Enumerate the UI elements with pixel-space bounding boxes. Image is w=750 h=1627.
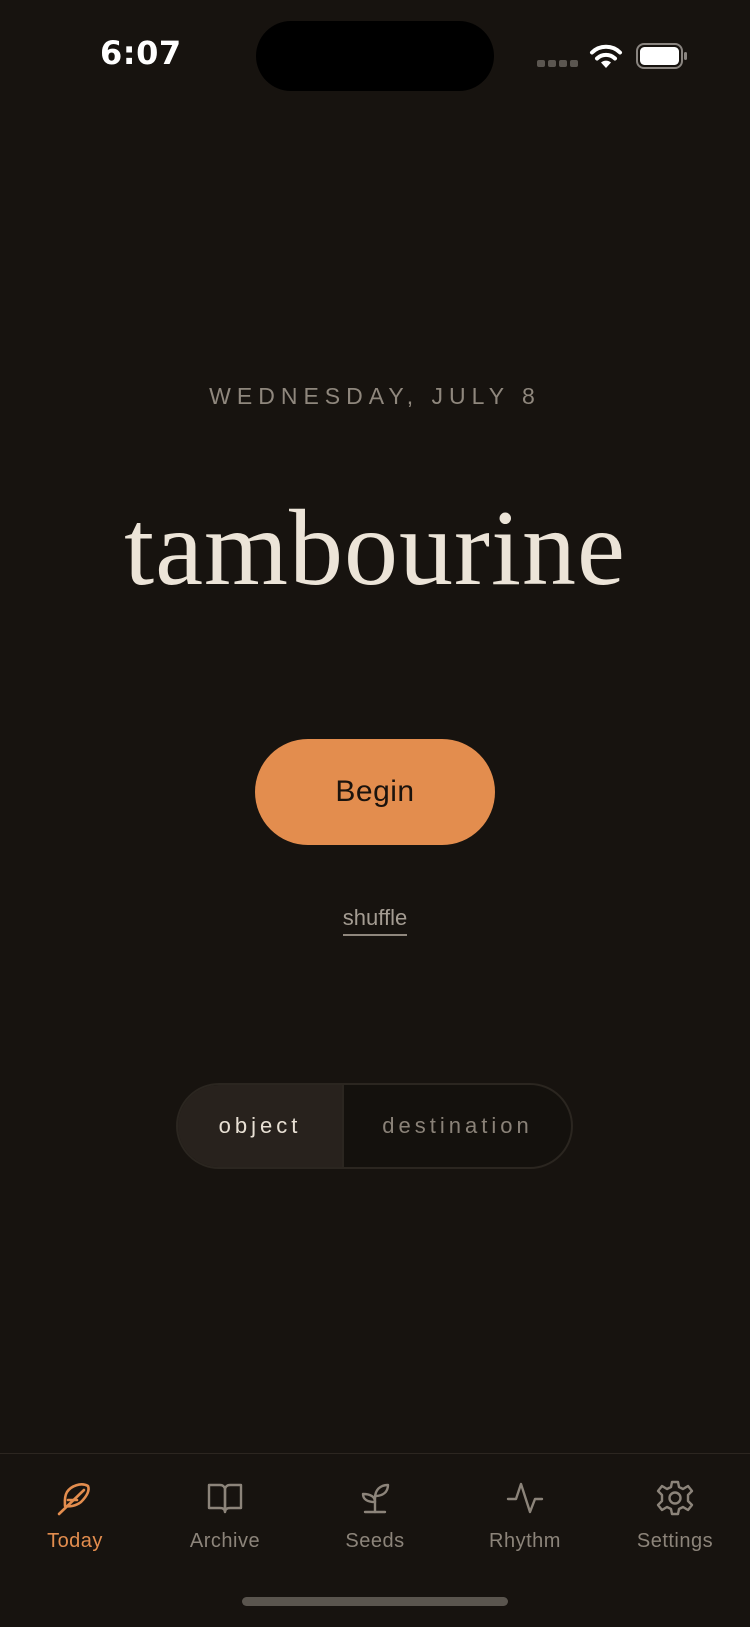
battery-icon [636, 43, 687, 69]
feather-icon [57, 1483, 90, 1516]
tab-rhythm[interactable]: Rhythm [450, 1454, 600, 1564]
tab-settings[interactable]: Settings [600, 1454, 750, 1564]
wifi-icon [590, 44, 622, 68]
tab-seeds-label: Seeds [345, 1530, 405, 1552]
tab-archive-label: Archive [189, 1530, 261, 1552]
sprout-icon [361, 1483, 390, 1514]
mode-toggle: object destination [176, 1083, 573, 1169]
dynamic-island [256, 21, 494, 91]
tab-today[interactable]: Today [0, 1454, 150, 1564]
cellular-signal-icon [537, 60, 578, 68]
mode-option-destination[interactable]: destination [342, 1085, 571, 1167]
mode-option-object[interactable]: object [178, 1085, 342, 1167]
gear-icon [656, 1480, 694, 1516]
daily-word: tambourine [124, 489, 626, 608]
tab-settings-label: Settings [636, 1530, 714, 1552]
home-indicator[interactable] [242, 1597, 508, 1606]
status-time: 6:07 [100, 34, 182, 72]
tab-today-label: Today [47, 1530, 103, 1552]
status-bar: 6:07 [0, 0, 750, 110]
shuffle-row: shuffle [0, 905, 750, 936]
tab-seeds[interactable]: Seeds [300, 1454, 450, 1564]
activity-icon [506, 1482, 544, 1514]
begin-button[interactable]: Begin [255, 739, 495, 845]
tab-archive[interactable]: Archive [150, 1454, 300, 1564]
date-label: WEDNESDAY, JULY 8 [209, 383, 541, 409]
tab-rhythm-label: Rhythm [489, 1530, 561, 1552]
shuffle-link[interactable]: shuffle [342, 905, 408, 936]
book-icon [207, 1483, 243, 1514]
